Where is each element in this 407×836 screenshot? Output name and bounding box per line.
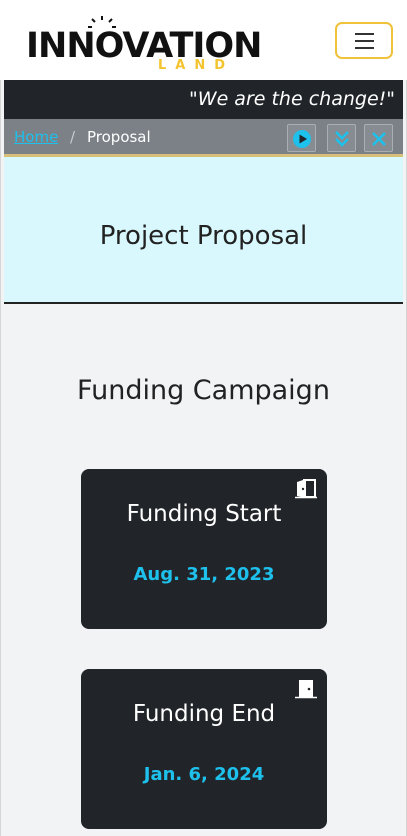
breadcrumb-current: Proposal — [87, 128, 151, 146]
door-open-icon — [295, 479, 317, 499]
section-title: Funding Campaign — [77, 375, 330, 406]
play-icon — [293, 130, 311, 148]
hamburger-icon-bar — [355, 47, 374, 49]
tagline-text: "We are the change!" — [189, 88, 395, 110]
logo-subtitle: LAND — [158, 58, 235, 73]
breadcrumb: Home / Proposal — [4, 119, 403, 157]
funding-start-card: Funding Start Aug. 31, 2023 — [81, 469, 327, 629]
tagline-bar: "We are the change!" — [4, 80, 403, 119]
card-title: Funding End — [132, 701, 276, 727]
breadcrumb-separator: / — [70, 128, 76, 146]
page-title: Project Proposal — [99, 221, 308, 251]
double-chevron-down-icon — [335, 131, 349, 147]
navbar: INNOVATION LAND — [0, 0, 407, 80]
hero-banner: Project Proposal — [4, 157, 403, 304]
hamburger-icon — [355, 33, 374, 35]
close-icon — [372, 132, 386, 146]
funding-end-card: Funding End Jan. 6, 2024 — [81, 669, 327, 829]
brand-logo[interactable]: INNOVATION LAND — [26, 16, 262, 76]
door-closed-icon — [295, 680, 317, 699]
expand-button[interactable] — [327, 124, 356, 152]
card-date: Aug. 31, 2023 — [133, 564, 275, 585]
close-button[interactable] — [364, 124, 393, 152]
card-title: Funding Start — [126, 501, 282, 527]
menu-toggle-button[interactable] — [335, 22, 393, 59]
play-button[interactable] — [287, 124, 316, 152]
hamburger-icon-bar — [355, 40, 374, 42]
card-date: Jan. 6, 2024 — [143, 764, 265, 785]
breadcrumb-home-link[interactable]: Home — [14, 128, 58, 146]
